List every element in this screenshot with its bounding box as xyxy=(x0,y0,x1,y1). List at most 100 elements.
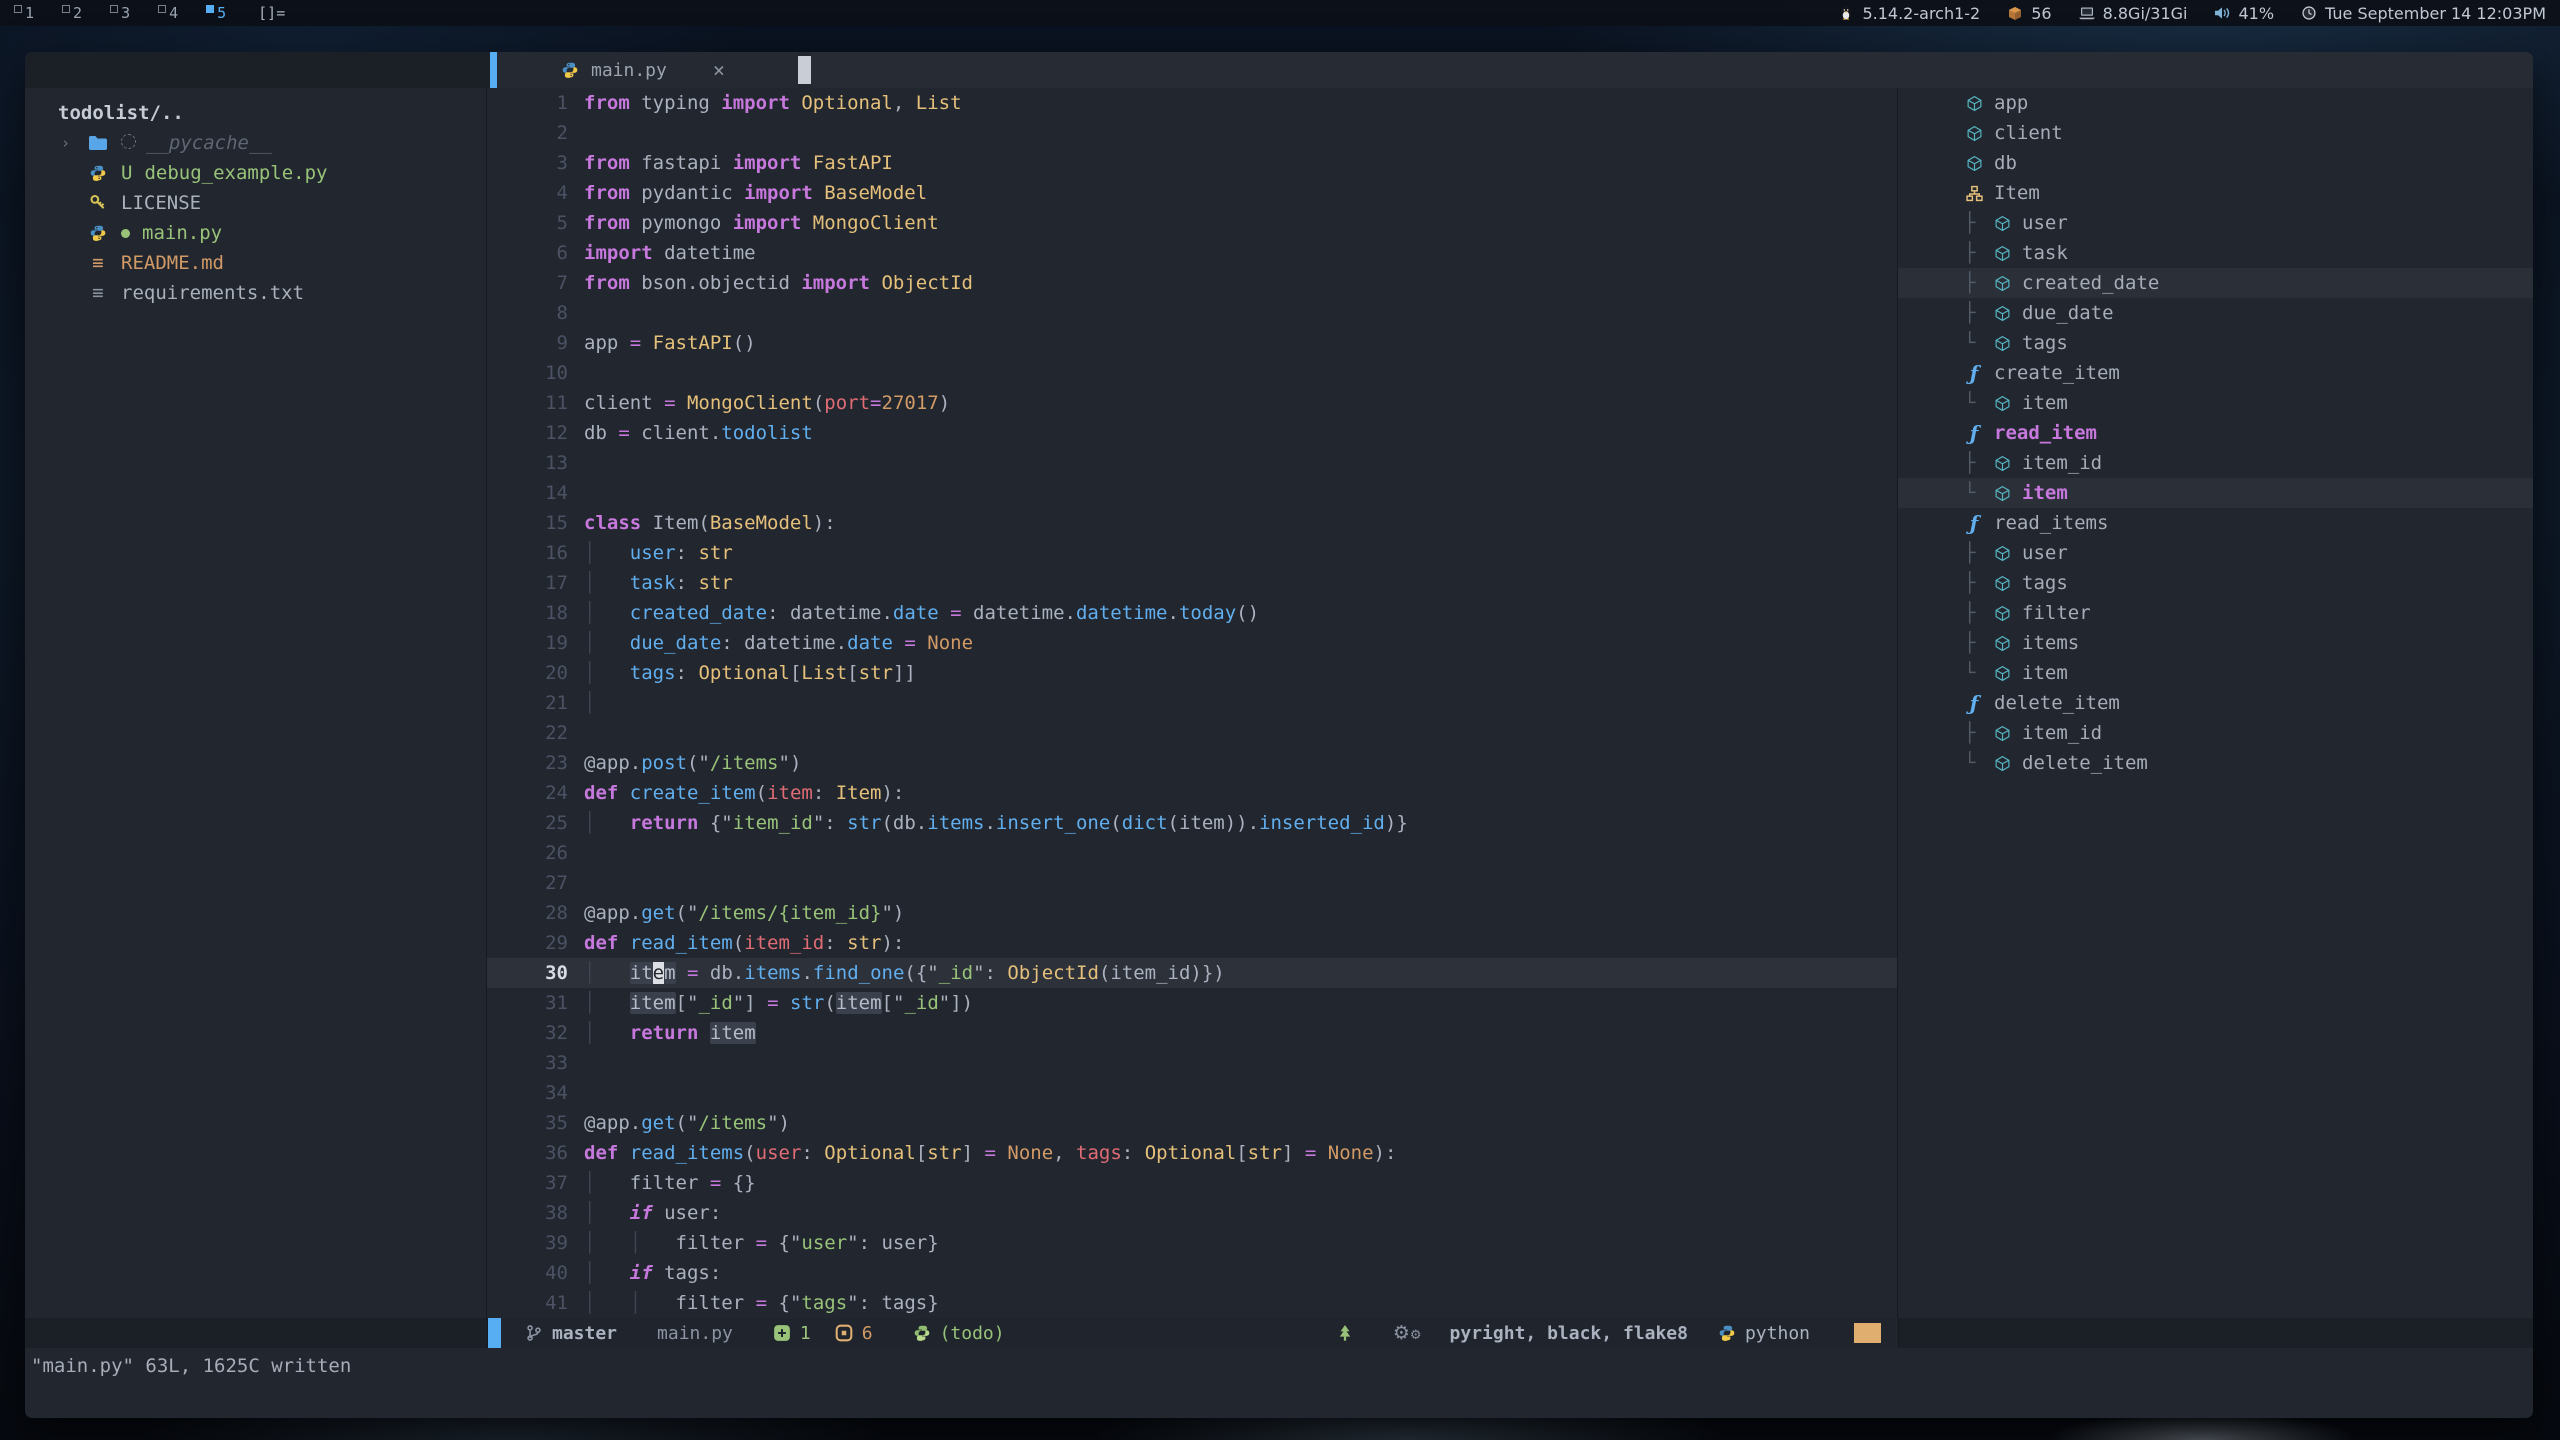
code-line-30[interactable]: 30│ item = db.items.find_one({"_id": Obj… xyxy=(487,958,1897,988)
tree-item-license[interactable]: LICENSE xyxy=(25,188,486,218)
code-line-16[interactable]: 16│ user: str xyxy=(487,538,1897,568)
code-text: │ item["_id"] = str(item["_id"]) xyxy=(582,988,1897,1018)
diff-added-icon xyxy=(773,1324,791,1342)
symbol-item_id[interactable]: ├item_id xyxy=(1898,448,2533,478)
code-line-34[interactable]: 34 xyxy=(487,1078,1897,1108)
symbol-app[interactable]: app xyxy=(1898,88,2533,118)
workspace-tag-4[interactable]: 4 xyxy=(144,0,192,26)
code-editor[interactable]: 1from typing import Optional, List23from… xyxy=(487,88,1897,1318)
symbol-create_item[interactable]: ƒcreate_item xyxy=(1898,358,2533,388)
symbol-db[interactable]: db xyxy=(1898,148,2533,178)
code-line-20[interactable]: 20│ tags: Optional[List[str]] xyxy=(487,658,1897,688)
code-line-9[interactable]: 9app = FastAPI() xyxy=(487,328,1897,358)
code-line-17[interactable]: 17│ task: str xyxy=(487,568,1897,598)
workspace-tag-1[interactable]: 1 xyxy=(0,0,48,26)
symbol-task[interactable]: ├task xyxy=(1898,238,2533,268)
code-text: │ if tags: xyxy=(582,1258,1897,1288)
code-line-40[interactable]: 40│ if tags: xyxy=(487,1258,1897,1288)
symbol-user[interactable]: ├user xyxy=(1898,208,2533,238)
symbol-tags[interactable]: ├tags xyxy=(1898,568,2533,598)
volume-icon xyxy=(2213,5,2231,21)
code-line-19[interactable]: 19│ due_date: datetime.date = None xyxy=(487,628,1897,658)
cube-icon xyxy=(1992,573,2012,593)
code-text: │ return {"item_id": str(db.items.insert… xyxy=(582,808,1897,838)
symbol-item[interactable]: └item xyxy=(1898,658,2533,688)
symbol-delete_item[interactable]: └delete_item xyxy=(1898,748,2533,778)
code-line-31[interactable]: 31│ item["_id"] = str(item["_id"]) xyxy=(487,988,1897,1018)
command-line-message: "main.py" 63L, 1625C written xyxy=(25,1348,2533,1418)
symbol-item[interactable]: └item xyxy=(1898,388,2533,418)
code-line-14[interactable]: 14 xyxy=(487,478,1897,508)
tab-main-py[interactable]: main.py × xyxy=(497,52,798,88)
tree-connector: ├ xyxy=(1964,242,1992,264)
symbol-created_date[interactable]: ├created_date xyxy=(1898,268,2533,298)
code-line-4[interactable]: 4from pydantic import BaseModel xyxy=(487,178,1897,208)
symbol-client[interactable]: client xyxy=(1898,118,2533,148)
code-line-38[interactable]: 38│ if user: xyxy=(487,1198,1897,1228)
line-number: 27 xyxy=(487,868,582,898)
code-line-15[interactable]: 15class Item(BaseModel): xyxy=(487,508,1897,538)
code-line-12[interactable]: 12db = client.todolist xyxy=(487,418,1897,448)
workspace-tag-3[interactable]: 3 xyxy=(96,0,144,26)
code-line-26[interactable]: 26 xyxy=(487,838,1897,868)
code-line-18[interactable]: 18│ created_date: datetime.date = dateti… xyxy=(487,598,1897,628)
workspace-tag-2[interactable]: 2 xyxy=(48,0,96,26)
symbol-item_id[interactable]: ├item_id xyxy=(1898,718,2533,748)
code-line-29[interactable]: 29def read_item(item_id: str): xyxy=(487,928,1897,958)
code-line-5[interactable]: 5from pymongo import MongoClient xyxy=(487,208,1897,238)
symbol-tags[interactable]: └tags xyxy=(1898,328,2533,358)
symbol-items[interactable]: ├items xyxy=(1898,628,2533,658)
code-line-35[interactable]: 35@app.get("/items") xyxy=(487,1108,1897,1138)
symbol-item[interactable]: └item xyxy=(1898,478,2533,508)
memory-icon xyxy=(2078,5,2096,21)
code-line-1[interactable]: 1from typing import Optional, List xyxy=(487,88,1897,118)
code-line-8[interactable]: 8 xyxy=(487,298,1897,328)
chevron-right-icon: › xyxy=(25,134,87,152)
code-line-10[interactable]: 10 xyxy=(487,358,1897,388)
tree-item-main-py[interactable]: main.py xyxy=(25,218,486,248)
symbol-due_date[interactable]: ├due_date xyxy=(1898,298,2533,328)
tree-connector: ├ xyxy=(1964,602,1992,624)
code-line-23[interactable]: 23@app.post("/items") xyxy=(487,748,1897,778)
code-line-28[interactable]: 28@app.get("/items/{item_id}") xyxy=(487,898,1897,928)
code-line-39[interactable]: 39│ │ filter = {"user": user} xyxy=(487,1228,1897,1258)
code-line-22[interactable]: 22 xyxy=(487,718,1897,748)
code-line-24[interactable]: 24def create_item(item: Item): xyxy=(487,778,1897,808)
tree-item-requirements-txt[interactable]: ≡requirements.txt xyxy=(25,278,486,308)
tree-item--pycache-[interactable]: ›__pycache__ xyxy=(25,128,486,158)
code-line-6[interactable]: 6import datetime xyxy=(487,238,1897,268)
tree-item-label: LICENSE xyxy=(121,192,201,214)
git-branch-icon xyxy=(525,1324,543,1342)
symbol-delete_item[interactable]: ƒdelete_item xyxy=(1898,688,2533,718)
code-line-27[interactable]: 27 xyxy=(487,868,1897,898)
code-line-13[interactable]: 13 xyxy=(487,448,1897,478)
cube-icon xyxy=(1992,723,2012,743)
line-number: 31 xyxy=(487,988,582,1018)
code-line-25[interactable]: 25│ return {"item_id": str(db.items.inse… xyxy=(487,808,1897,838)
code-line-32[interactable]: 32│ return item xyxy=(487,1018,1897,1048)
close-icon[interactable]: × xyxy=(713,58,725,82)
code-line-33[interactable]: 33 xyxy=(487,1048,1897,1078)
code-text: def read_item(item_id: str): xyxy=(582,928,1897,958)
tree-item-label: main.py xyxy=(142,222,222,244)
code-line-41[interactable]: 41│ │ filter = {"tags": tags} xyxy=(487,1288,1897,1318)
code-line-37[interactable]: 37│ filter = {} xyxy=(487,1168,1897,1198)
code-line-36[interactable]: 36def read_items(user: Optional[str] = N… xyxy=(487,1138,1897,1168)
workspace-tag-5[interactable]: 5 xyxy=(192,0,240,26)
line-number: 1 xyxy=(487,88,582,118)
tree-item-readme-md[interactable]: ≡README.md xyxy=(25,248,486,278)
symbol-Item[interactable]: Item xyxy=(1898,178,2533,208)
code-line-2[interactable]: 2 xyxy=(487,118,1897,148)
code-line-7[interactable]: 7from bson.objectid import ObjectId xyxy=(487,268,1897,298)
mode-indicator-block xyxy=(488,1318,501,1348)
code-line-11[interactable]: 11client = MongoClient(port=27017) xyxy=(487,388,1897,418)
tree-item-debug-example-py[interactable]: Udebug_example.py xyxy=(25,158,486,188)
symbol-read_items[interactable]: ƒread_items xyxy=(1898,508,2533,538)
project-root[interactable]: todolist/.. xyxy=(25,98,486,128)
symbol-read_item[interactable]: ƒread_item xyxy=(1898,418,2533,448)
workspace-indicator-square xyxy=(14,5,22,13)
code-line-21[interactable]: 21│ xyxy=(487,688,1897,718)
symbol-filter[interactable]: ├filter xyxy=(1898,598,2533,628)
code-line-3[interactable]: 3from fastapi import FastAPI xyxy=(487,148,1897,178)
symbol-user[interactable]: ├user xyxy=(1898,538,2533,568)
